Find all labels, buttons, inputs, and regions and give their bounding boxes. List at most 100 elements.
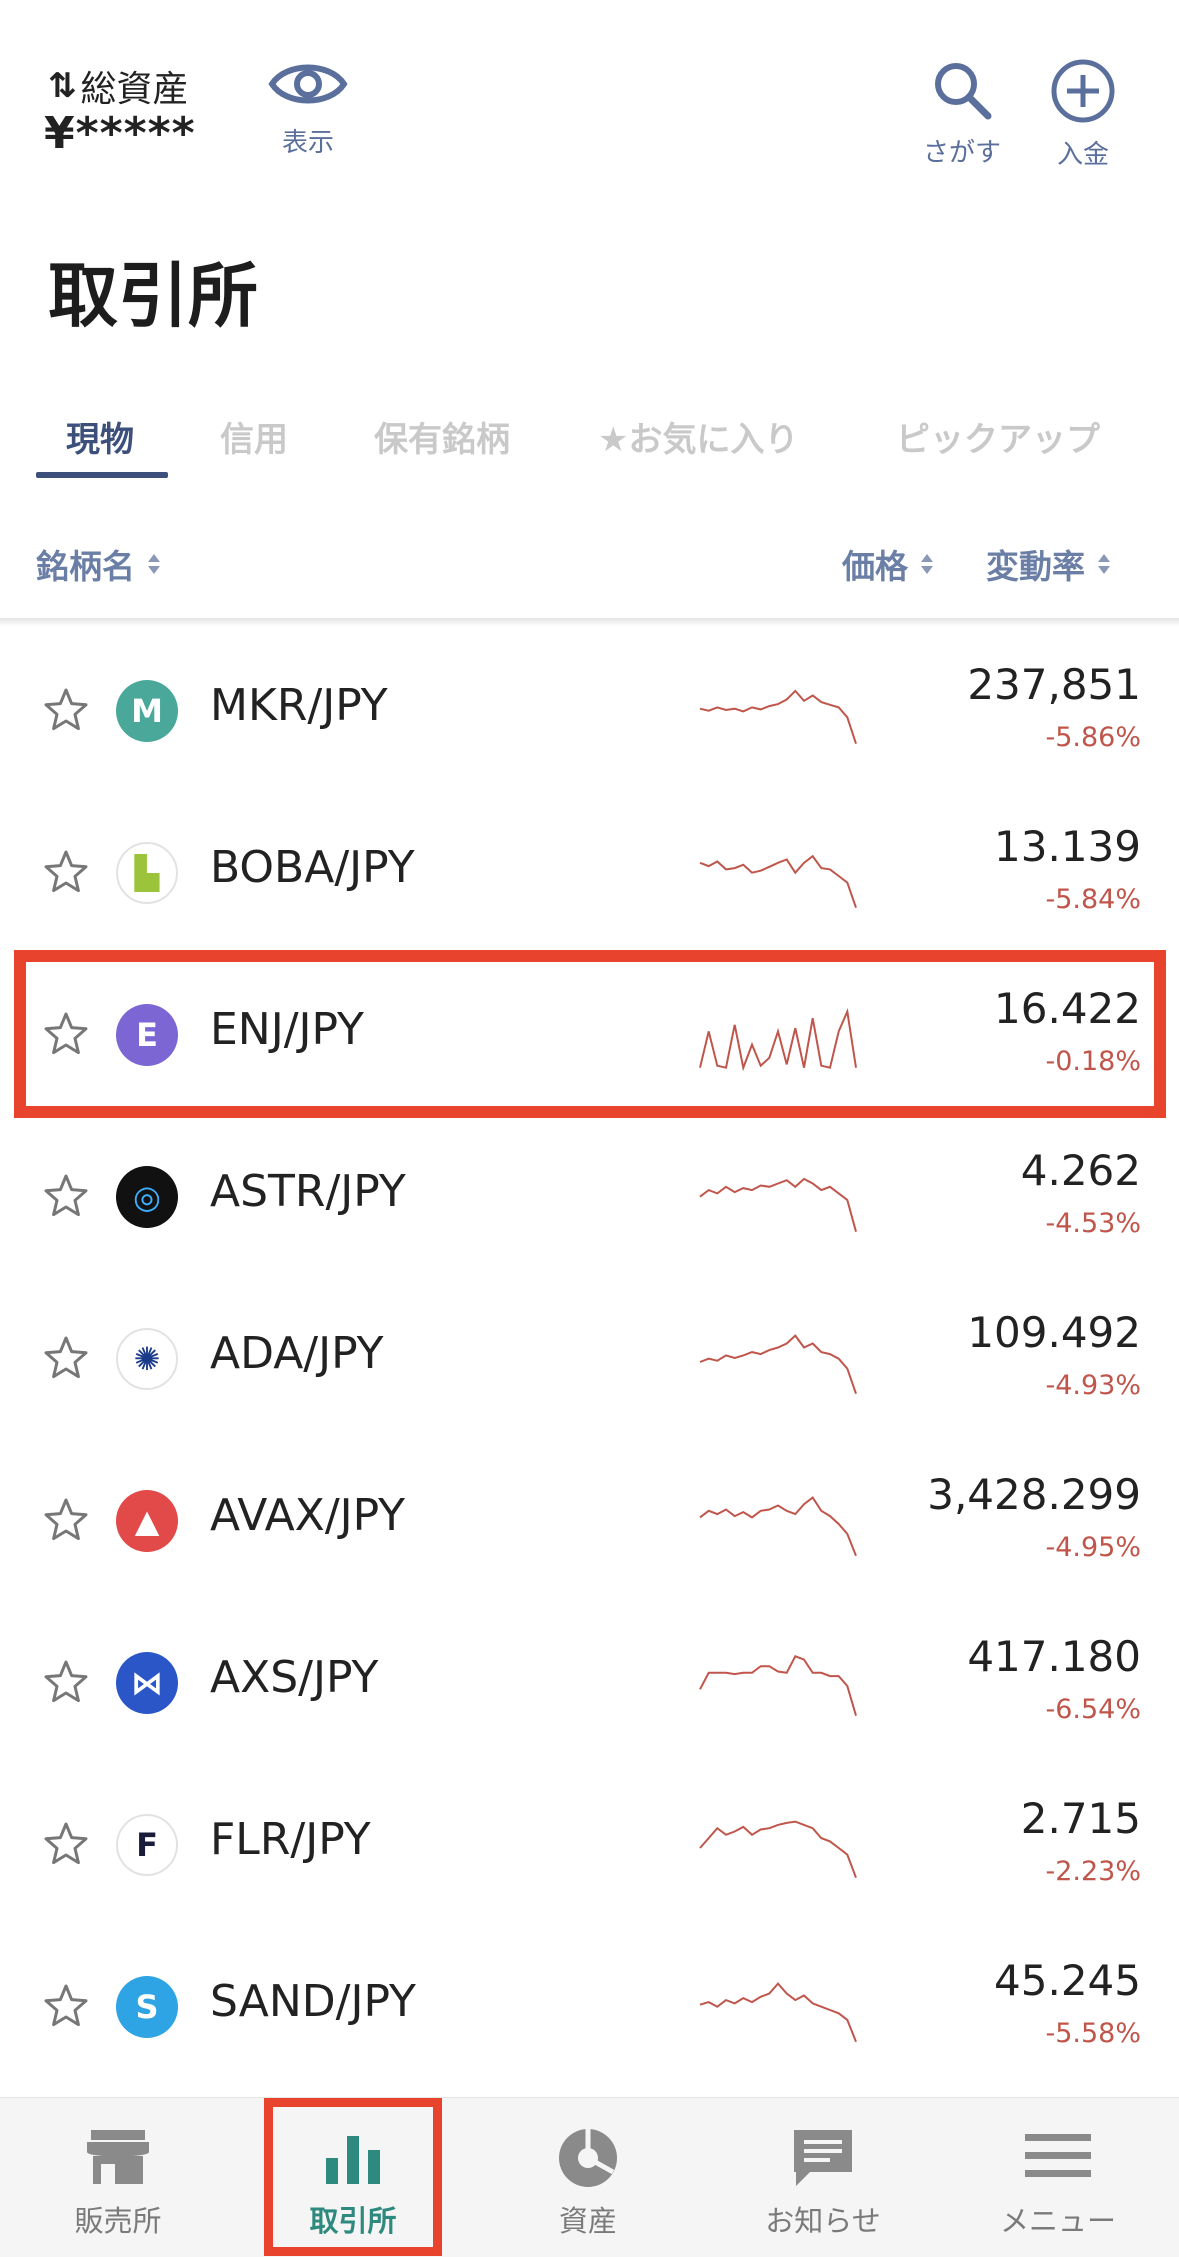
message-icon [794, 2130, 852, 2186]
price-value: 2.715 [1020, 1794, 1141, 1843]
plus-circle-icon [1051, 59, 1115, 123]
pair-name: MKR/JPY [210, 680, 388, 731]
avax-icon: ▲ [116, 1490, 178, 1552]
market-row-flr[interactable]: F FLR/JPY 2.715 -2.23% [0, 1764, 1179, 1926]
favorite-star-icon[interactable] [42, 1172, 90, 1220]
menu-icon [1025, 2134, 1091, 2177]
axs-icon: ⋈ [116, 1652, 178, 1714]
price-value: 16.422 [994, 984, 1141, 1033]
tab-holdings[interactable]: 保有銘柄 [374, 412, 510, 461]
favorite-star-icon[interactable] [42, 1658, 90, 1706]
page-title: 取引所 [48, 255, 258, 337]
tab-pickup[interactable]: ピックアップ [896, 412, 1100, 461]
pair-name: BOBA/JPY [210, 842, 415, 893]
search-button[interactable]: さがす [914, 58, 1010, 169]
deposit-label: 入金 [1056, 140, 1109, 170]
pair-name: FLR/JPY [210, 1814, 371, 1865]
market-tabs: 現物 信用 保有銘柄 ★お気に入り ピックアップ [0, 400, 1179, 480]
swap-icon: ⇅ [48, 66, 77, 106]
pair-name: SAND/JPY [210, 1976, 416, 2027]
market-list: M MKR/JPY 237,851 -5.86% ▙ BOBA/JPY 13.1… [0, 630, 1179, 2088]
sort-by-price[interactable]: 価格 [842, 540, 934, 588]
sort-icon [147, 552, 161, 576]
change-rate: -2.23% [1045, 1856, 1141, 1887]
tab-spot[interactable]: 現物 [66, 412, 134, 461]
total-assets-value: ¥***** [44, 108, 196, 159]
bottom-navigation: 販売所 取引所 資産 お知らせ メニュー [0, 2097, 1179, 2257]
price-sparkline [699, 1008, 857, 1072]
change-rate: -4.53% [1045, 1208, 1141, 1239]
nav-assets[interactable]: 資産 [498, 2098, 678, 2257]
market-row-mkr[interactable]: M MKR/JPY 237,851 -5.86% [0, 630, 1179, 792]
tab-margin[interactable]: 信用 [220, 412, 288, 461]
price-value: 13.139 [994, 822, 1141, 871]
search-label: さがす [922, 138, 1001, 168]
change-rate: -5.58% [1045, 2018, 1141, 2049]
sort-icon [1097, 552, 1111, 576]
nav-exchange[interactable]: 取引所 [263, 2098, 443, 2257]
nav-menu[interactable]: メニュー [968, 2098, 1148, 2257]
pair-name: ADA/JPY [210, 1328, 384, 1379]
store-icon [87, 2130, 149, 2184]
deposit-button[interactable]: 入金 [1035, 58, 1131, 171]
sand-icon: S [116, 1976, 178, 2038]
bar-chart-icon [326, 2136, 380, 2184]
favorite-star-icon[interactable] [42, 1496, 90, 1544]
change-rate: -4.95% [1045, 1532, 1141, 1563]
eye-icon [268, 64, 348, 104]
market-row-enj[interactable]: E ENJ/JPY 16.422 -0.18% [0, 954, 1179, 1116]
total-assets-label[interactable]: ⇅ 総資産 [48, 60, 189, 112]
change-rate: -5.84% [1045, 884, 1141, 915]
nav-store[interactable]: 販売所 [28, 2098, 208, 2257]
change-rate: -6.54% [1045, 1694, 1141, 1725]
price-sparkline [699, 854, 857, 909]
sort-by-change[interactable]: 変動率 [986, 540, 1111, 588]
market-row-astr[interactable]: ◎ ASTR/JPY 4.262 -4.53% [0, 1116, 1179, 1278]
flr-icon: F [116, 1814, 178, 1876]
market-row-ada[interactable]: ✺ ADA/JPY 109.492 -4.93% [0, 1278, 1179, 1440]
price-sparkline [699, 689, 857, 745]
market-row-boba[interactable]: ▙ BOBA/JPY 13.139 -5.84% [0, 792, 1179, 954]
market-row-sand[interactable]: S SAND/JPY 45.245 -5.58% [0, 1926, 1179, 2088]
price-sparkline [699, 1177, 857, 1232]
price-value: 4.262 [1020, 1146, 1141, 1195]
favorite-star-icon[interactable] [42, 848, 90, 896]
active-tab-indicator [36, 472, 168, 478]
pair-name: ASTR/JPY [210, 1166, 406, 1217]
price-sparkline [699, 1820, 857, 1879]
boba-icon: ▙ [116, 842, 178, 904]
change-rate: -5.86% [1045, 722, 1141, 753]
show-balance-button[interactable]: 表示 [268, 56, 348, 159]
price-value: 237,851 [967, 660, 1141, 709]
price-value: 45.245 [994, 1956, 1141, 2005]
column-headers: 銘柄名 価格 変動率 [0, 530, 1179, 620]
mkr-icon: M [116, 680, 178, 742]
search-icon [935, 63, 992, 120]
sort-icon [920, 552, 934, 576]
price-sparkline [699, 1496, 857, 1557]
tab-favorites[interactable]: ★お気に入り [598, 412, 798, 461]
favorite-star-icon[interactable] [42, 1820, 90, 1868]
favorite-star-icon[interactable] [42, 1010, 90, 1058]
favorite-star-icon[interactable] [42, 1982, 90, 2030]
price-sparkline [699, 1655, 857, 1716]
favorite-star-icon[interactable] [42, 1334, 90, 1382]
ada-icon: ✺ [116, 1328, 178, 1390]
astr-icon: ◎ [116, 1166, 178, 1228]
price-sparkline [699, 1334, 857, 1395]
price-value: 109.492 [967, 1308, 1141, 1357]
market-row-avax[interactable]: ▲ AVAX/JPY 3,428.299 -4.95% [0, 1440, 1179, 1602]
header-divider [0, 618, 1179, 626]
change-rate: -4.93% [1045, 1370, 1141, 1401]
price-value: 417.180 [967, 1632, 1141, 1681]
price-sparkline [699, 1982, 857, 2043]
pie-chart-icon [559, 2129, 617, 2187]
sort-by-name[interactable]: 銘柄名 [36, 540, 161, 588]
nav-notifications[interactable]: お知らせ [733, 2098, 913, 2257]
show-label: 表示 [281, 128, 334, 158]
market-row-axs[interactable]: ⋈ AXS/JPY 417.180 -6.54% [0, 1602, 1179, 1764]
pair-name: AXS/JPY [210, 1652, 379, 1703]
favorite-star-icon[interactable] [42, 686, 90, 734]
pair-name: AVAX/JPY [210, 1490, 406, 1541]
app-header: ⇅ 総資産 ¥***** 表示 さがす 入金 [0, 0, 1179, 200]
